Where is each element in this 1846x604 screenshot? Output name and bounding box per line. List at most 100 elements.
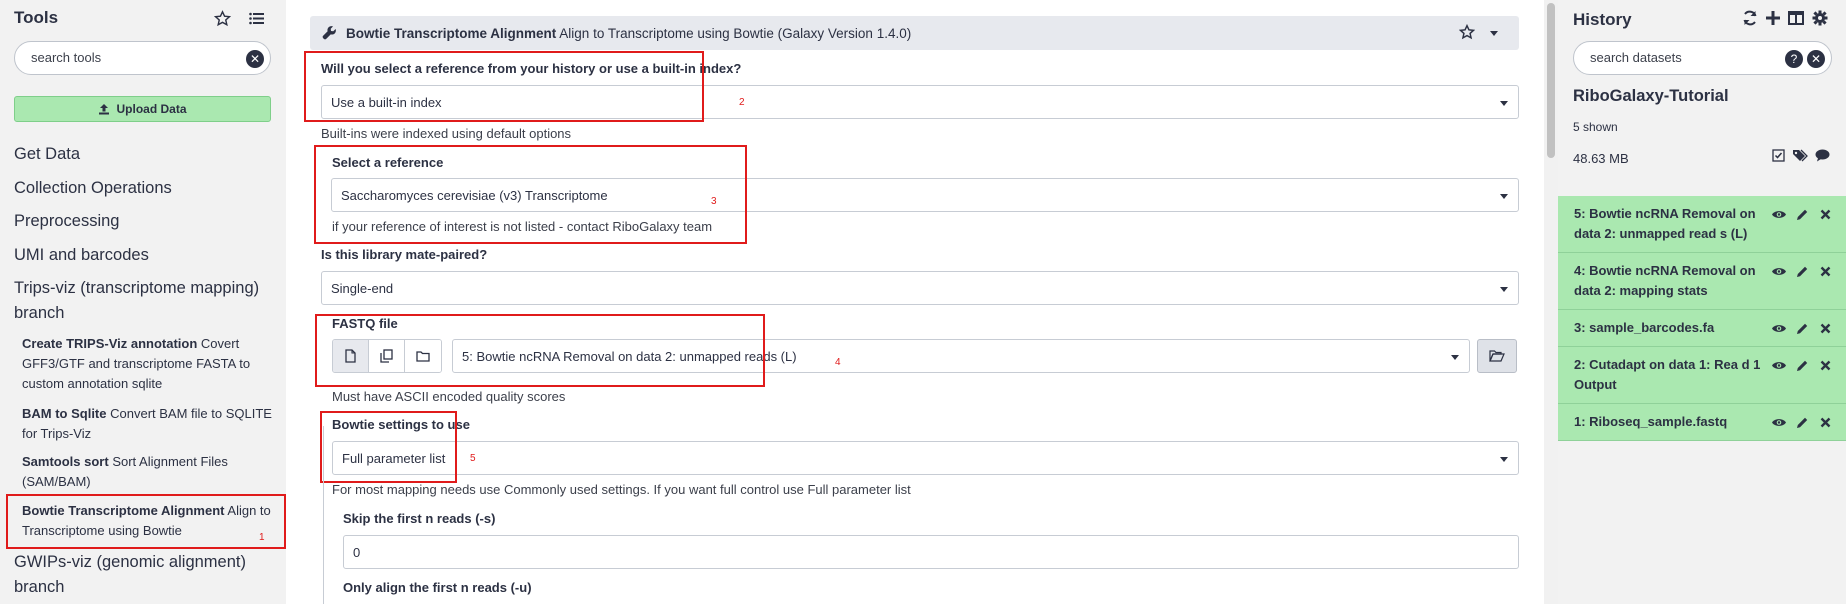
section-gwips-viz[interactable]: GWIPs-viz (genomic alignment) branch [14,550,276,600]
tool-panel: Tools ✕ Upload Data Get Data Collection … [0,0,286,604]
fastq-help: Must have ASCII encoded quality scores [332,389,566,404]
pencil-icon[interactable] [1793,205,1811,223]
history-item[interactable]: 1: Riboseq_sample.fastq [1558,404,1846,441]
refresh-icon[interactable] [1742,10,1758,26]
skip-input[interactable]: 0 [343,535,1519,569]
annotation-box-5 [320,411,457,483]
history-item[interactable]: 4: Bowtie ncRNA Removal on data 2: mappi… [1558,253,1846,310]
history-item-actions [1770,356,1834,374]
annotation-box-3 [314,145,747,244]
options-dropdown-icon[interactable] [1490,31,1498,36]
annotation-comment-icon[interactable] [1813,146,1832,165]
tags-icon[interactable] [1791,146,1810,165]
folder-open-icon [1489,350,1505,362]
clear-search-icon[interactable]: ✕ [246,50,264,68]
delete-x-icon[interactable] [1816,413,1834,431]
history-search-input[interactable] [1590,50,1790,65]
delete-x-icon[interactable] [1816,319,1834,337]
history-shown-count: 5 shown [1573,120,1618,134]
delete-x-icon[interactable] [1816,356,1834,374]
tool-create-trips-annotation[interactable]: Create TRIPS-Viz annotation Covert GFF3/… [22,334,272,394]
settings-help: For most mapping needs use Commonly used… [332,482,911,497]
paired-select[interactable]: Single-end [321,271,1519,305]
annotation-box-4 [315,314,765,387]
pencil-icon[interactable] [1793,356,1811,374]
tool-panel-header: Tools [14,8,272,28]
section-preprocessing[interactable]: Preprocessing [14,209,276,234]
delete-x-icon[interactable] [1816,205,1834,223]
columns-icon[interactable] [1788,11,1804,25]
settings-select[interactable]: Full parameter list [332,441,1519,475]
favorite-star-icon[interactable] [1459,24,1475,40]
chevron-down-icon [1500,194,1508,199]
history-toolbar [1769,146,1832,165]
history-panel: History ? ✕ RiboGalaxy-Tutorial 5 shown … [1558,0,1846,604]
eye-icon[interactable] [1770,262,1788,280]
history-item-title[interactable]: 1: Riboseq_sample.fastq [1574,414,1727,429]
tool-sections: Get Data Collection Operations Preproces… [14,142,276,332]
history-item-actions [1770,413,1834,431]
tool-search-input[interactable] [31,50,231,65]
chevron-down-icon [1451,355,1459,360]
paired-label: Is this library mate-paired? [321,247,488,262]
tool-form: Bowtie Transcriptome Alignment Align to … [304,16,1519,604]
history-item-title[interactable]: 2: Cutadapt on data 1: Rea d 1 Output [1574,357,1760,392]
paired-value: Single-end [331,281,394,296]
tool-samtools-sort[interactable]: Samtools sort Sort Alignment Files (SAM/… [22,452,272,492]
section-collection-operations[interactable]: Collection Operations [14,176,276,201]
clear-search-icon[interactable]: ✕ [1807,50,1825,68]
star-icon[interactable] [212,8,232,28]
history-item[interactable]: 2: Cutadapt on data 1: Rea d 1 Output [1558,347,1846,404]
eye-icon[interactable] [1770,413,1788,431]
section-get-data[interactable]: Get Data [14,142,276,167]
center-scrollbar[interactable] [1544,0,1558,604]
section-trips-viz[interactable]: Trips-viz (transcriptome mapping) branch [14,276,276,326]
gear-icon[interactable] [1812,10,1828,26]
annotation-number-2: 2 [739,97,745,108]
ref-source-help: Built-ins were indexed using default opt… [321,126,572,141]
history-item-title[interactable]: 3: sample_barcodes.fa [1574,320,1714,335]
annotation-box-2 [304,51,704,122]
pencil-icon[interactable] [1793,413,1811,431]
history-item-title[interactable]: 5: Bowtie ncRNA Removal on data 2: unmap… [1574,206,1756,241]
history-title: History [1573,10,1632,29]
tool-form-header: Bowtie Transcriptome Alignment Align to … [310,16,1519,50]
tool-name: Samtools sort [22,454,109,469]
history-item-title[interactable]: 4: Bowtie ncRNA Removal on data 2: mappi… [1574,263,1756,298]
eye-icon[interactable] [1770,356,1788,374]
eye-icon[interactable] [1770,205,1788,223]
help-icon[interactable]: ? [1785,50,1803,68]
delete-x-icon[interactable] [1816,262,1834,280]
chevron-down-icon [1500,457,1508,462]
pencil-icon[interactable] [1793,262,1811,280]
eye-icon[interactable] [1770,319,1788,337]
annotation-number-5: 5 [470,453,476,464]
history-size: 48.63 MB [1573,151,1629,166]
tool-panel-title: Tools [14,8,59,27]
tool-name: BAM to Sqlite [22,406,107,421]
wrench-icon [322,25,337,40]
tool-search[interactable]: ✕ [14,41,271,75]
scrollbar-thumb[interactable] [1547,3,1555,158]
pencil-icon[interactable] [1793,319,1811,337]
upload-data-button[interactable]: Upload Data [14,96,271,122]
history-items: 5: Bowtie ncRNA Removal on data 2: unmap… [1558,196,1846,441]
history-item[interactable]: 5: Bowtie ncRNA Removal on data 2: unmap… [1558,196,1846,253]
history-item[interactable]: 3: sample_barcodes.fa [1558,310,1846,347]
annotation-number-3: 3 [711,196,717,207]
tool-bam-to-sqlite[interactable]: BAM to Sqlite Convert BAM file to SQLITE… [22,404,272,444]
browse-folder-button[interactable] [1477,339,1517,373]
list-view-icon[interactable] [246,8,266,28]
history-item-actions [1770,205,1834,223]
history-name[interactable]: RiboGalaxy-Tutorial [1573,87,1729,106]
section-umi-barcodes[interactable]: UMI and barcodes [14,243,276,268]
history-item-actions [1770,319,1834,337]
upload-icon [99,104,110,115]
tool-title: Bowtie Transcriptome Alignment Align to … [346,26,911,41]
chevron-down-icon [1500,287,1508,292]
select-items-icon[interactable] [1769,146,1788,165]
skip-label: Skip the first n reads (-s) [343,511,496,526]
history-search[interactable]: ? ✕ [1573,41,1832,75]
plus-icon[interactable] [1765,10,1781,26]
section-indent-guide [323,426,324,604]
